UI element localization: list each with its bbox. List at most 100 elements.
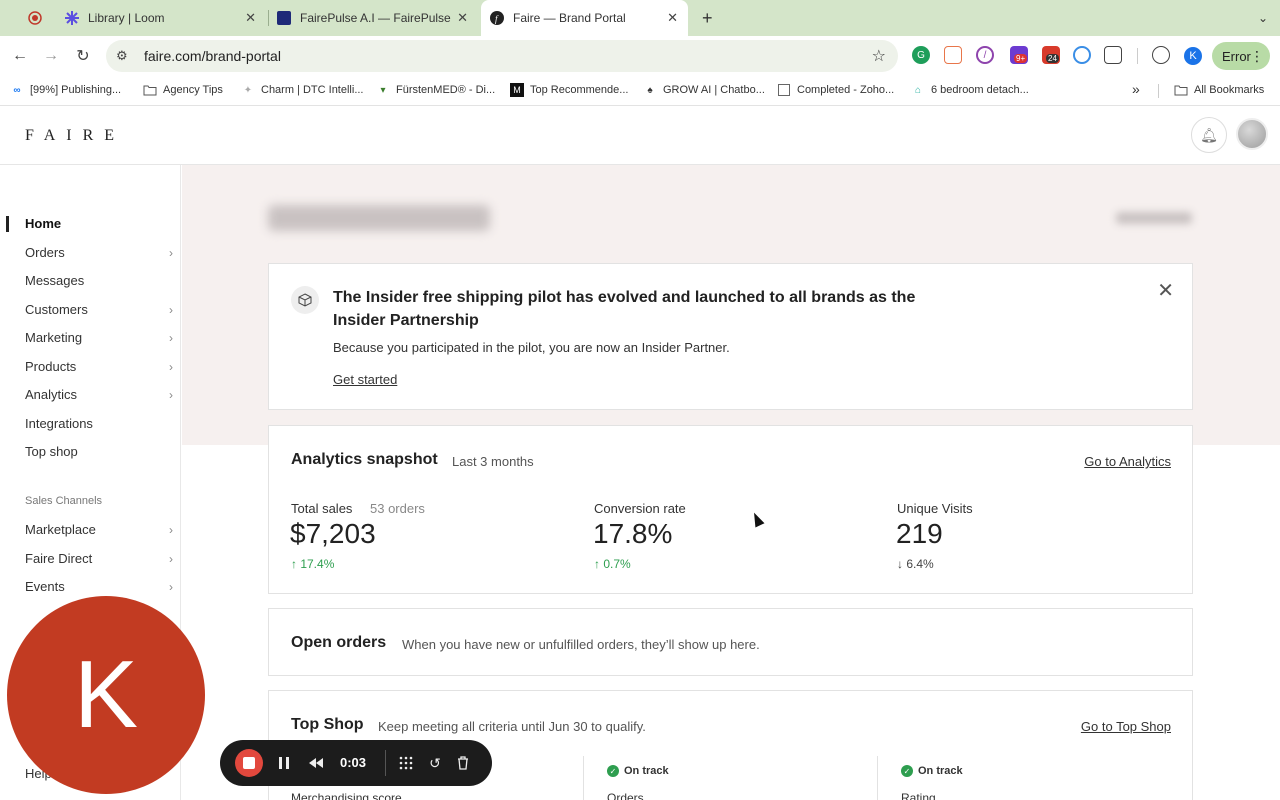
criteria-label: Merchandising score [291,791,402,800]
loom-camera-bubble[interactable]: K [7,596,205,794]
faire-logo[interactable]: FAIRE [25,127,125,145]
address-bar[interactable]: ⚙ faire.com/brand-portal ☆ [106,40,898,72]
profile-avatar[interactable]: K [1184,47,1202,65]
tab-search-button[interactable]: ⌄ [1250,0,1274,36]
sidebar-item-orders[interactable]: Orders › [25,245,175,260]
open-orders-card: Open orders When you have new or unfulfi… [268,608,1193,676]
sidebar-item-products[interactable]: Products › [25,359,175,374]
top-shop-title: Top Shop [291,716,364,733]
sidebar-item-home[interactable]: Home [25,216,175,231]
stop-recording-button[interactable] [235,749,263,777]
bookmarks-divider [1158,84,1159,98]
more-vert-icon: ⋮ [1250,47,1264,64]
grammarly-extension-icon[interactable]: G [912,46,930,64]
tab-loom-library[interactable]: Library | Loom ✕ [56,0,266,36]
sidebar-item-marketing[interactable]: Marketing › [25,330,175,345]
metric-value: $7,203 [290,518,376,549]
check-icon: ✓ [901,765,913,777]
double-chevron-icon: » [1132,81,1140,97]
bookmark-item[interactable]: ∞ [99%] Publishing... [10,83,121,97]
loom-icon [64,10,80,26]
delete-recording-button[interactable] [451,751,475,775]
close-icon[interactable]: ✕ [1157,278,1174,303]
forward-button[interactable]: → [39,44,63,68]
status-label: On track [624,765,669,777]
tab-faire-brand-portal[interactable]: f Faire — Brand Portal ✕ [481,0,688,36]
drawing-tools-button[interactable] [394,751,418,775]
criteria-divider [877,756,878,800]
sidebar-item-faire-direct[interactable]: Faire Direct › [25,551,175,566]
sidebar-item-customers[interactable]: Customers › [25,302,175,317]
new-tab-button[interactable]: + [694,0,718,36]
close-tab-icon[interactable]: ✕ [667,10,678,26]
folder-icon [143,83,157,97]
blurred-link [1116,212,1192,224]
sidebar-item-top-shop[interactable]: Top shop [25,444,175,459]
tab-fairepulse[interactable]: FairePulse A.I — FairePulse ✕ [268,0,478,36]
get-started-link[interactable]: Get started [333,372,397,387]
plus-icon: + [702,7,713,28]
bookmark-label: All Bookmarks [1194,84,1265,96]
metric-label: Unique Visits [897,501,973,516]
blocker-extension-icon[interactable]: / [976,46,994,64]
sidebar-item-label: Analytics [25,387,78,402]
more-bookmarks-button[interactable]: » [1132,81,1140,97]
analytics-snapshot-card: Analytics snapshot Last 3 months Go to A… [268,425,1193,594]
sync-icon[interactable] [1152,46,1170,64]
extensions-puzzle-icon[interactable] [1104,46,1122,64]
go-to-top-shop-link[interactable]: Go to Top Shop [1081,719,1171,734]
reload-button[interactable]: ↻ [71,44,95,68]
sidebar-item-events[interactable]: Events › [25,579,175,594]
banner-text: Because you participated in the pilot, y… [333,340,730,355]
go-to-analytics-link[interactable]: Go to Analytics [1084,454,1171,469]
controls-divider [385,750,386,776]
metric-value: 219 [896,518,943,549]
bookmark-item[interactable]: ⌂ 6 bedroom detach... [911,83,1029,97]
site-settings-icon[interactable]: ⚙ [116,48,134,64]
bookmark-label: FürstenMED® - Di... [396,84,496,96]
sidebar-item-label: Products [25,359,77,374]
all-bookmarks-button[interactable]: All Bookmarks [1174,83,1264,97]
sidebar-item-marketplace[interactable]: Marketplace › [25,522,175,537]
sidebar-item-label: Messages [25,273,85,288]
loom-recording-tab[interactable] [20,0,50,36]
bookmarks-bar: ∞ [99%] Publishing... Agency Tips ✦ Charm … [0,76,1280,106]
notifications-button[interactable]: 🔔︎ [1191,117,1227,153]
bookmark-star-icon[interactable]: ☆ [872,46,886,66]
pause-button[interactable] [272,751,296,775]
close-tab-icon[interactable]: ✕ [245,10,256,26]
bell-icon: 🔔︎ [1200,126,1218,143]
bookmark-folder[interactable]: Agency Tips [143,83,223,97]
close-tab-icon[interactable]: ✕ [457,10,468,26]
back-button[interactable]: ← [8,44,32,68]
restart-button[interactable]: ↺ [423,751,447,775]
error-button[interactable]: Error ⋮ [1212,42,1270,70]
metric-value: 17.8% [593,518,673,549]
bookmark-item[interactable]: ▾ FürstenMED® - Di... [376,83,495,97]
puzzle-extension-icon[interactable]: 9+ [1010,46,1028,64]
faire-header: FAIRE 🔔︎ [0,107,1280,165]
sidebar-item-integrations[interactable]: Integrations [25,416,175,431]
user-avatar[interactable] [1236,118,1268,150]
bookmark-item[interactable]: ♠ GROW AI | Chatbo... [643,83,765,97]
bookmark-item[interactable]: M Top Recommende... [510,83,628,97]
chevron-right-icon: › [169,551,173,566]
fairepulse-icon [276,10,292,26]
top-shop-text: Keep meeting all criteria until Jun 30 t… [378,719,646,734]
sidebar-item-messages[interactable]: Messages [25,273,175,288]
bookmark-label: Completed - Zoho... [797,84,895,96]
rewind-button[interactable] [304,751,328,775]
bookmark-item[interactable]: ✦ Charm | DTC Intelli... [241,83,364,97]
extension-badge: 24 [1046,54,1059,63]
metric-delta: ↑ 17.4% [291,557,335,571]
sidebar-item-label: Faire Direct [25,551,93,566]
calendar-extension-icon[interactable] [944,46,962,64]
metric-label: Conversion rate [594,501,686,516]
browser-toolbar: ← → ↻ ⚙ faire.com/brand-portal ☆ G / 9+ … [0,36,1280,76]
globe-extension-icon[interactable] [1073,46,1091,64]
calendar-badge-extension-icon[interactable]: 24 [1042,46,1060,64]
criteria-label: Rating [901,791,936,800]
sidebar-item-analytics[interactable]: Analytics › [25,387,175,402]
criteria-divider [583,756,584,800]
bookmark-item[interactable]: Completed - Zoho... [777,83,894,97]
